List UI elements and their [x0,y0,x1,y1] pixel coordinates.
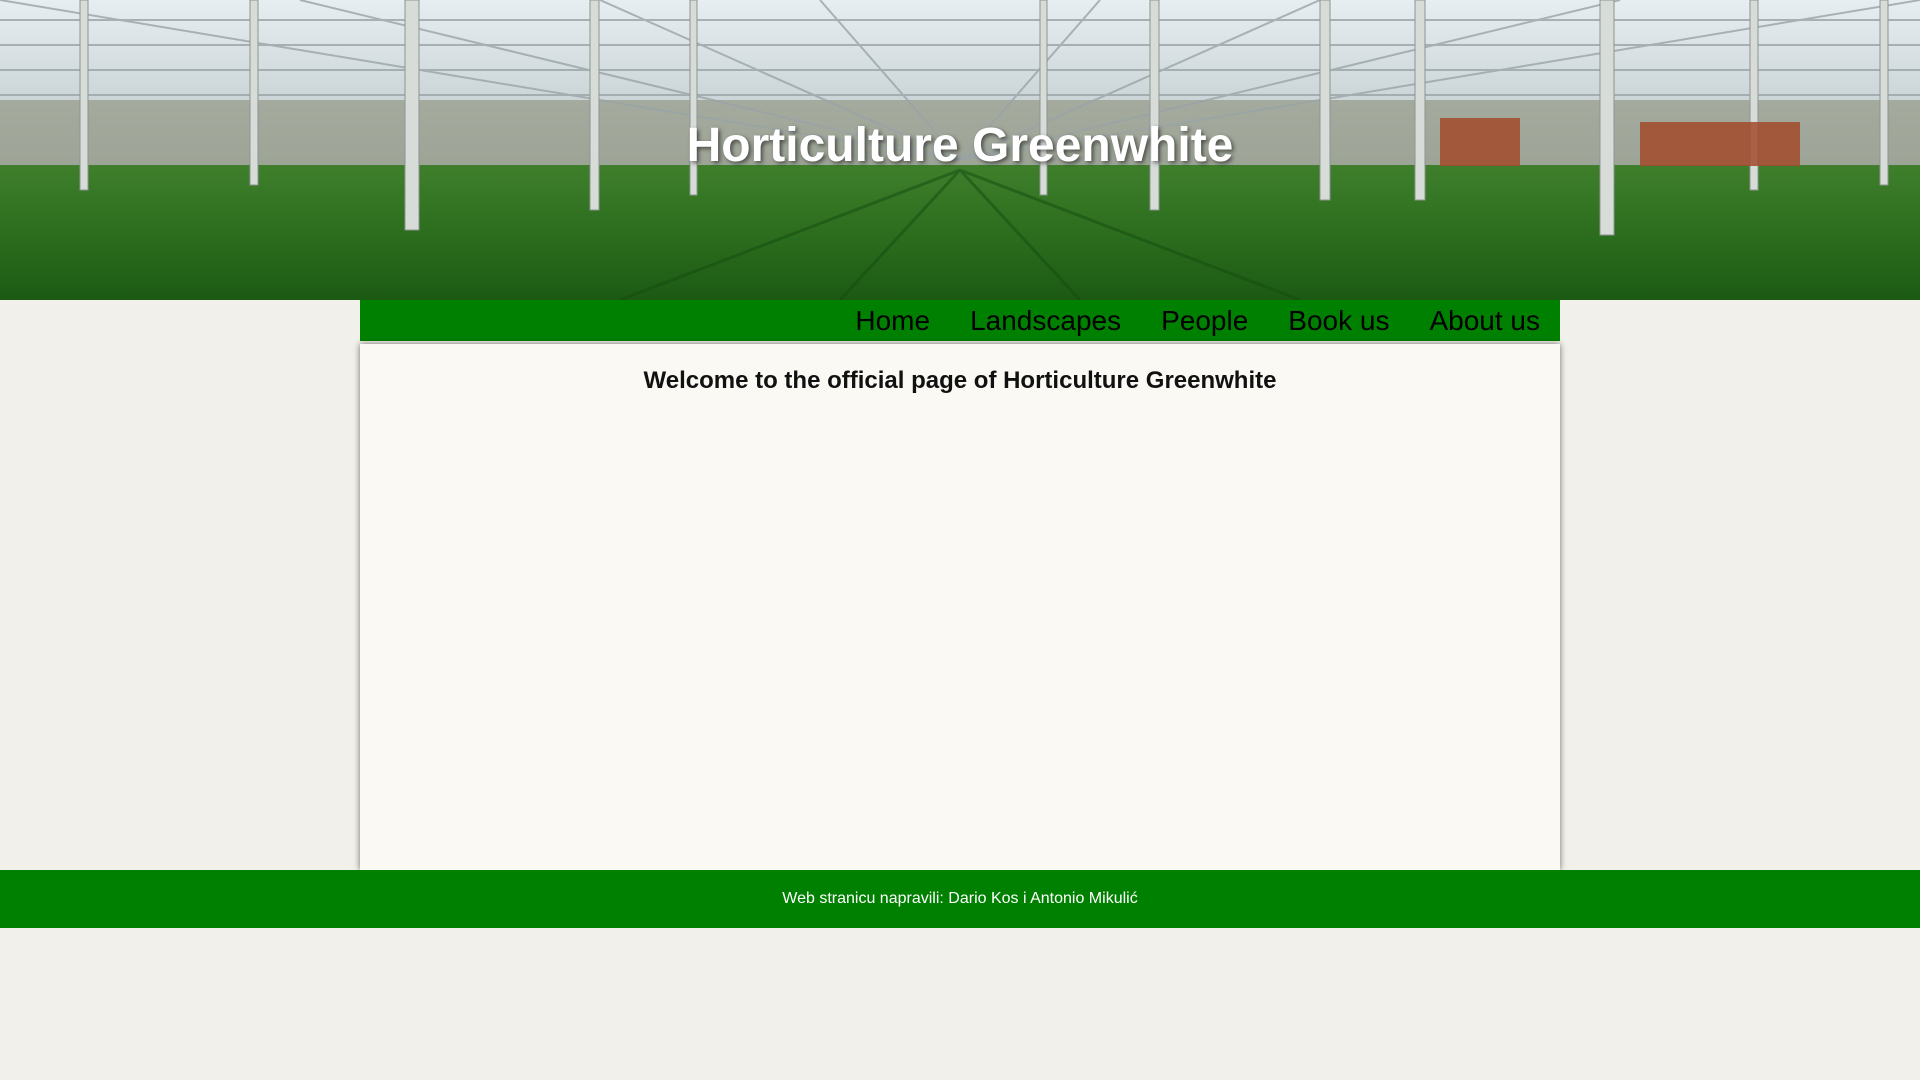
footer: Web stranicu napravili: Dario Kos i Anto… [0,870,1920,928]
nav-item-about-us[interactable]: About us [1429,300,1540,341]
nav-item-people[interactable]: People [1161,300,1248,341]
site-title: Horticulture Greenwhite [686,119,1234,172]
header-banner: Horticulture Greenwhite [0,0,1920,300]
nav-item-landscapes[interactable]: Landscapes [970,300,1121,341]
nav-item-home[interactable]: Home [855,300,930,341]
content-panel: Welcome to the official page of Horticul… [360,344,1560,870]
footer-credits: Web stranicu napravili: Dario Kos i Anto… [782,890,1138,907]
nav-item-book-us[interactable]: Book us [1288,300,1389,341]
main-nav: Home Landscapes People Book us About us [360,300,1560,341]
welcome-heading: Welcome to the official page of Horticul… [643,367,1277,394]
